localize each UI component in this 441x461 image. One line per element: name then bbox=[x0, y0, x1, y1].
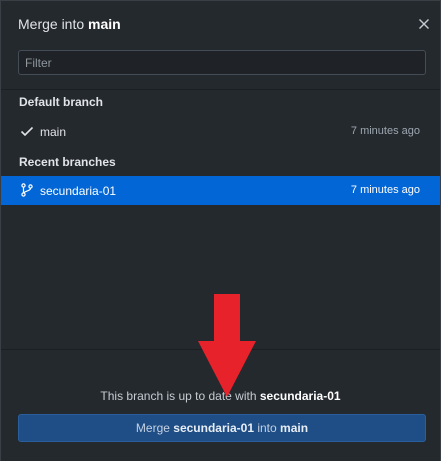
branch-time: 7 minutes ago bbox=[350, 125, 420, 137]
check-icon bbox=[20, 126, 34, 137]
title-prefix: Merge into bbox=[18, 16, 85, 32]
close-button[interactable] bbox=[415, 15, 433, 33]
branch-time: 7 minutes ago bbox=[350, 184, 420, 196]
default-branch-heading: Default branch bbox=[19, 95, 104, 109]
branch-row-main[interactable]: main 7 minutes ago bbox=[1, 117, 440, 146]
status-branch: secundaria-01 bbox=[259, 389, 341, 403]
merge-dialog: Merge into main Default branch main 7 mi… bbox=[0, 0, 441, 461]
title-branch: main bbox=[88, 16, 121, 32]
recent-branches-heading: Recent branches bbox=[19, 155, 116, 169]
branch-name: secundaria-01 bbox=[40, 184, 117, 198]
divider bbox=[1, 89, 440, 90]
arrow-down-icon bbox=[198, 294, 256, 397]
dialog-header: Merge into main bbox=[1, 1, 440, 49]
branch-name: main bbox=[40, 125, 67, 139]
merge-button-prefix: Merge bbox=[135, 421, 170, 435]
dialog-title: Merge into main bbox=[18, 16, 121, 32]
filter-input[interactable] bbox=[18, 50, 426, 75]
merge-button[interactable]: Merge secundaria-01 into main bbox=[18, 414, 426, 442]
merge-button-target: main bbox=[280, 421, 309, 435]
close-icon bbox=[419, 19, 429, 29]
merge-button-source: secundaria-01 bbox=[173, 421, 254, 435]
git-branch-icon bbox=[21, 183, 33, 197]
branch-row-secundaria-01[interactable]: secundaria-01 7 minutes ago bbox=[1, 176, 440, 205]
merge-button-middle: into bbox=[257, 421, 277, 435]
